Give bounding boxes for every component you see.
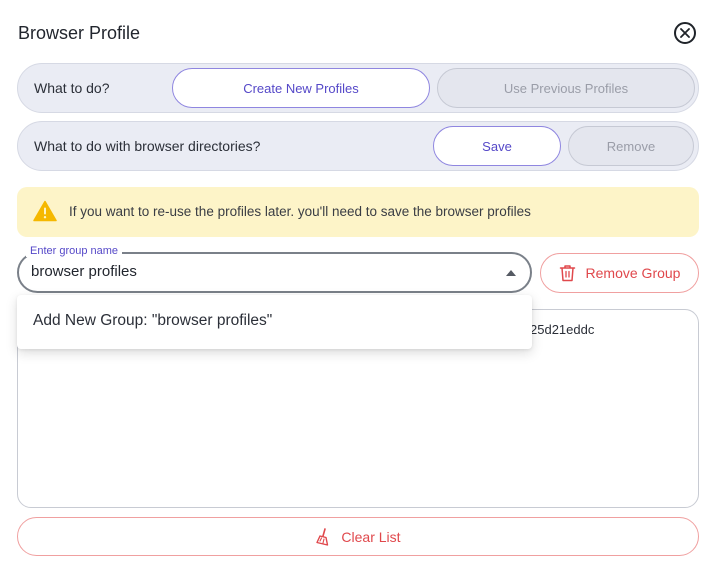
profiles-list-text: 25d21eddc bbox=[530, 322, 595, 337]
warning-triangle-icon bbox=[33, 200, 57, 222]
save-button[interactable]: Save bbox=[433, 126, 561, 166]
what-to-do-row: What to do? Create New Profiles Use Prev… bbox=[17, 63, 699, 113]
remove-button[interactable]: Remove bbox=[568, 126, 694, 166]
warning-text: If you want to re-use the profiles later… bbox=[69, 204, 531, 219]
remove-group-button[interactable]: Remove Group bbox=[540, 253, 699, 293]
clear-list-label: Clear List bbox=[341, 528, 401, 545]
create-new-profiles-button[interactable]: Create New Profiles bbox=[172, 68, 430, 108]
group-name-label: Enter group name bbox=[26, 245, 123, 257]
dialog-title: Browser Profile bbox=[18, 23, 141, 43]
directories-label: What to do with browser directories? bbox=[34, 138, 261, 154]
use-previous-profiles-button[interactable]: Use Previous Profiles bbox=[437, 68, 695, 108]
browser-profile-dialog: Browser Profile What to do? Create New P… bbox=[0, 0, 720, 563]
add-new-group-option[interactable]: Add New Group: "browser profiles" bbox=[33, 312, 272, 330]
clear-list-button[interactable]: Clear List bbox=[17, 517, 699, 556]
warning-banner: If you want to re-use the profiles later… bbox=[17, 187, 699, 237]
close-icon[interactable] bbox=[674, 22, 696, 44]
remove-group-label: Remove Group bbox=[585, 265, 681, 281]
group-name-value: browser profiles bbox=[31, 263, 137, 280]
broom-icon bbox=[316, 527, 329, 546]
caret-up-icon[interactable] bbox=[506, 270, 516, 276]
what-to-do-label: What to do? bbox=[34, 80, 110, 96]
trash-icon bbox=[559, 265, 575, 282]
group-dropdown-menu: Add New Group: "browser profiles" bbox=[17, 295, 532, 349]
group-name-combobox[interactable]: browser profiles bbox=[17, 252, 532, 293]
directories-row: What to do with browser directories? Sav… bbox=[17, 121, 699, 171]
